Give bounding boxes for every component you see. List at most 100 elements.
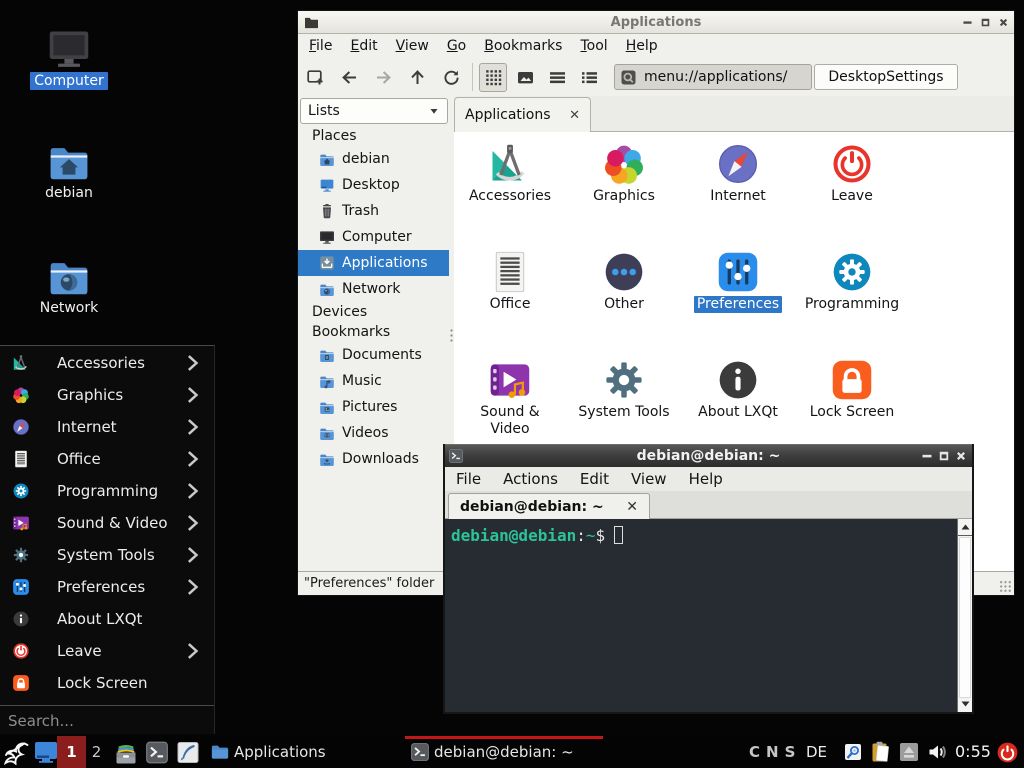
- fm-toolbar-button[interactable]: [302, 64, 328, 90]
- fm-grid-item[interactable]: Programming: [800, 246, 904, 354]
- quick-launch-button[interactable]: [114, 739, 138, 765]
- quick-launch-button[interactable]: [145, 739, 169, 765]
- menu-item[interactable]: About LXQt: [0, 603, 214, 635]
- fm-view-button[interactable]: [575, 63, 603, 92]
- task-button-terminal[interactable]: debian@debian: ~: [405, 736, 603, 768]
- tray-button[interactable]: [842, 741, 863, 763]
- terminal-scrollbar[interactable]: [957, 519, 972, 712]
- workspace-2-button[interactable]: 2: [86, 736, 107, 768]
- terminal-tab[interactable]: debian@debian: ~ ✕: [448, 493, 650, 519]
- fm-grid-item[interactable]: Leave: [800, 138, 904, 246]
- fm-toolbar-button[interactable]: [404, 64, 430, 90]
- fm-sidebar-row[interactable]: Devices: [298, 302, 449, 322]
- fm-grid-item[interactable]: Graphics: [572, 138, 676, 246]
- fm-sidebar-row[interactable]: Trash: [298, 198, 449, 224]
- fm-sidebar-row[interactable]: Applications: [298, 250, 449, 276]
- fm-view-button[interactable]: [479, 63, 507, 92]
- fm-sidebar-row[interactable]: Music: [298, 368, 449, 394]
- fm-sidebar-row[interactable]: Network: [298, 276, 449, 302]
- menu-item[interactable]: Accessories: [0, 347, 214, 379]
- terminal-screen[interactable]: debian@debian:~$: [445, 519, 957, 712]
- fm-sidebar-row[interactable]: Videos: [298, 420, 449, 446]
- fm-sidebar-row[interactable]: Desktop: [298, 172, 449, 198]
- fm-menu-item[interactable]: File: [300, 36, 341, 56]
- tray-button[interactable]: [870, 741, 891, 763]
- keyboard-layout[interactable]: DE: [806, 743, 827, 761]
- show-desktop-button[interactable]: [33, 740, 58, 764]
- fm-grid-item[interactable]: Other: [572, 246, 676, 354]
- menu-search-field[interactable]: Search...: [0, 706, 214, 736]
- fm-menu-item[interactable]: Tool: [571, 36, 616, 56]
- fm-menu-item[interactable]: Bookmarks: [475, 36, 571, 56]
- resize-grip-icon[interactable]: [999, 580, 1012, 593]
- fm-view-button[interactable]: [511, 63, 539, 92]
- menu-item[interactable]: Graphics: [0, 379, 214, 411]
- menu-item[interactable]: Sound & Video: [0, 507, 214, 539]
- terminal-window: debian@debian: ~ File Actions Edit View Help…: [443, 444, 974, 714]
- clock[interactable]: 0:55: [955, 742, 991, 761]
- fm-tab-applications[interactable]: Applications ✕: [454, 97, 591, 132]
- keyboard-indicator[interactable]: CNS: [749, 743, 801, 761]
- fm-menu-item[interactable]: View: [387, 36, 438, 56]
- fm-sidebar-row[interactable]: debian: [298, 146, 449, 172]
- sb-music-icon: [319, 373, 335, 389]
- fm-grid-item[interactable]: Office: [458, 246, 562, 354]
- terminal-titlebar[interactable]: debian@debian: ~: [445, 444, 972, 467]
- terminal-menu-item[interactable]: Actions: [503, 468, 569, 490]
- terminal-menu-item[interactable]: Help: [689, 468, 734, 490]
- terminal-tab-close-icon[interactable]: ✕: [626, 499, 638, 515]
- menu-item[interactable]: Office: [0, 443, 214, 475]
- scrollbar-thumb[interactable]: [959, 537, 971, 698]
- fm-path-field[interactable]: menu://applications/: [614, 64, 812, 90]
- fm-sidebar-row[interactable]: Bookmarks: [298, 322, 449, 342]
- quick-launch-button[interactable]: [176, 739, 200, 765]
- terminal-menu-item[interactable]: Edit: [580, 468, 620, 490]
- fm-titlebar[interactable]: Applications: [298, 11, 1014, 34]
- win-min-icon[interactable]: [922, 451, 932, 461]
- fm-path-button[interactable]: DesktopSettings: [814, 64, 958, 90]
- fm-sidebar-row[interactable]: Documents: [298, 342, 449, 368]
- fm-toolbar-button[interactable]: [336, 64, 362, 90]
- fm-menu-item[interactable]: Go: [438, 36, 475, 56]
- start-menu-button[interactable]: [3, 739, 29, 765]
- fm-menu-item[interactable]: Edit: [341, 36, 386, 56]
- fm-grid-item[interactable]: Accessories: [458, 138, 562, 246]
- workspace-1-button[interactable]: 1: [57, 736, 86, 768]
- fm-sidebar-row[interactable]: Pictures: [298, 394, 449, 420]
- fm-tab-close-icon[interactable]: ✕: [569, 108, 580, 123]
- fm-grid-item[interactable]: Preferences: [686, 246, 790, 354]
- terminal-menu-item[interactable]: View: [631, 468, 678, 490]
- scroll-down-button[interactable]: [958, 695, 972, 712]
- win-max-icon[interactable]: [981, 18, 990, 27]
- cat-system-icon: [602, 358, 646, 402]
- menu-item[interactable]: Lock Screen: [0, 667, 214, 699]
- win-close-icon[interactable]: [999, 18, 1008, 27]
- win-close-icon[interactable]: [956, 451, 966, 461]
- fm-grid-item[interactable]: Internet: [686, 138, 790, 246]
- fm-sidebar-row[interactable]: Downloads: [298, 446, 449, 472]
- fm-toolbar-button[interactable]: [438, 64, 464, 90]
- desktop-icon[interactable]: Computer: [9, 26, 129, 90]
- power-button[interactable]: [996, 741, 1018, 763]
- fm-sidebar-row[interactable]: Places: [298, 126, 449, 146]
- terminal-menu-item[interactable]: File: [456, 468, 492, 490]
- task-button-applications[interactable]: Applications: [205, 736, 403, 768]
- fm-toolbar-button[interactable]: [370, 64, 396, 90]
- menu-item[interactable]: Internet: [0, 411, 214, 443]
- menu-item[interactable]: System Tools: [0, 539, 214, 571]
- fm-view-button[interactable]: [543, 63, 571, 92]
- menu-item[interactable]: Preferences: [0, 571, 214, 603]
- desktop-icon[interactable]: debian: [9, 138, 129, 202]
- tray-button[interactable]: [898, 741, 919, 763]
- desktop-icon[interactable]: Network: [9, 253, 129, 317]
- win-max-icon[interactable]: [939, 451, 949, 461]
- fm-sidebar-combo[interactable]: Lists: [300, 98, 448, 124]
- menu-item[interactable]: Programming: [0, 475, 214, 507]
- menu-item[interactable]: Leave: [0, 635, 214, 667]
- fm-sidebar-row[interactable]: Computer: [298, 224, 449, 250]
- win-min-icon[interactable]: [963, 18, 972, 27]
- fm-menu-item[interactable]: Help: [617, 36, 667, 56]
- terminal-tabbar: debian@debian: ~ ✕: [445, 491, 972, 519]
- tray-button[interactable]: [926, 741, 947, 763]
- scroll-up-button[interactable]: [958, 519, 972, 536]
